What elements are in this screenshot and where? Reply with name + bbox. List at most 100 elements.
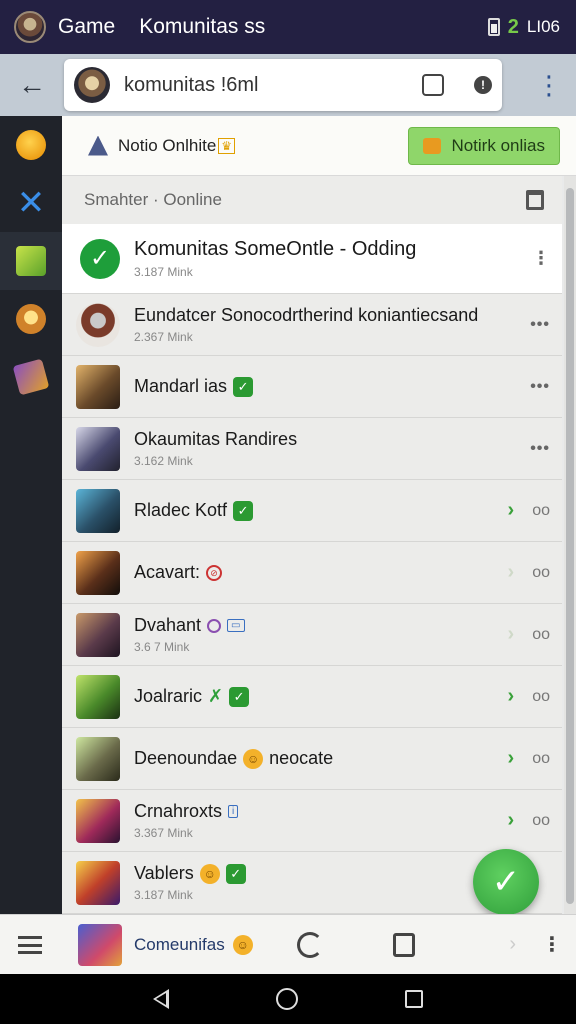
system-nav-bar bbox=[0, 974, 576, 1024]
search-field[interactable]: komunitas !6ml ! bbox=[64, 59, 502, 111]
verified-icon: ✓ bbox=[225, 863, 246, 884]
more-options-icon[interactable]: ••• bbox=[530, 440, 550, 458]
chevron-right-icon[interactable]: › bbox=[508, 561, 515, 584]
item-title: Acavart: bbox=[134, 562, 201, 582]
community-avatar bbox=[76, 612, 120, 657]
chevron-right-icon[interactable]: › bbox=[509, 933, 516, 956]
tab-switch-icon[interactable] bbox=[422, 74, 444, 96]
share-icon[interactable] bbox=[392, 932, 415, 957]
user-icon bbox=[88, 135, 108, 156]
item-subtitle: 2.367 Mink bbox=[134, 330, 193, 344]
check-icon: ✓ bbox=[491, 863, 521, 901]
status-dot-icon bbox=[207, 618, 222, 633]
medal-icon bbox=[16, 304, 46, 334]
status-indicators: 2 LI06 bbox=[487, 15, 560, 39]
signal-icon: 2 bbox=[507, 15, 519, 38]
list-item[interactable]: Crnahroxts i 3.367 Mink › oo bbox=[62, 790, 562, 852]
item-subtitle: 3.367 Mink bbox=[134, 826, 193, 840]
item-title: Deenoundae bbox=[134, 748, 238, 768]
chevron-right-icon[interactable]: › bbox=[508, 685, 515, 708]
filter-row: Smahter · Oonline bbox=[62, 176, 562, 224]
list-item[interactable]: Dvahant ▭ 3.6 7 Mink › oo bbox=[62, 604, 562, 666]
item-title: Vablers bbox=[134, 863, 194, 883]
current-community-avatar[interactable] bbox=[78, 923, 122, 966]
online-label: Notio Onlhite bbox=[118, 135, 217, 155]
bottom-title[interactable]: Comeunifas ☺ bbox=[134, 934, 253, 955]
item-title: Komunitas SomeOntle - Odding bbox=[134, 238, 417, 260]
app-logo bbox=[14, 11, 46, 43]
item-subtitle: 3.187 Mink bbox=[134, 265, 193, 279]
more-options-icon[interactable]: oo bbox=[532, 688, 550, 706]
list-item[interactable]: Acavart: ⊘ › oo bbox=[62, 542, 562, 604]
nav-recents-icon[interactable] bbox=[404, 990, 423, 1008]
more-options-icon[interactable]: oo bbox=[532, 812, 550, 830]
arrow-left-icon: ← bbox=[18, 69, 46, 100]
menu-icon[interactable] bbox=[18, 935, 42, 954]
trash-icon[interactable] bbox=[526, 190, 544, 210]
alert-icon: ⊘ bbox=[206, 564, 223, 581]
list-item[interactable]: ✓ Komunitas SomeOntle - Odding 3.187 Min… bbox=[62, 224, 562, 294]
search-input[interactable]: komunitas !6ml bbox=[124, 74, 422, 97]
more-options-icon[interactable]: oo bbox=[532, 750, 550, 768]
emoji-icon bbox=[16, 130, 46, 160]
more-options-icon[interactable]: ••• bbox=[530, 316, 550, 334]
item-subtitle: 3.6 7 Mink bbox=[134, 640, 190, 654]
item-title: Eundatcer Sonocodrtherind koniantiecsand bbox=[134, 305, 479, 325]
status-right-text: LI06 bbox=[526, 17, 560, 36]
filter-label: Smahter · Oonline bbox=[84, 190, 222, 209]
chest-icon bbox=[423, 137, 442, 154]
more-menu-button[interactable]: ⋮ bbox=[536, 68, 562, 102]
online-bar: Notio Onlhite ♛ Notirk onlias bbox=[62, 116, 576, 176]
scrollbar-thumb[interactable] bbox=[566, 188, 574, 904]
item-title: Joalraric bbox=[134, 686, 203, 706]
item-title: Okaumitas Randires bbox=[134, 429, 298, 449]
app-header: ← komunitas !6ml ! ⋮ bbox=[0, 54, 576, 116]
item-tag: neocate bbox=[269, 748, 334, 768]
item-title: Mandarl ias bbox=[134, 376, 228, 396]
community-list: Smahter · Oonline ✓ Komunitas SomeOntle … bbox=[62, 176, 562, 914]
scrollbar[interactable] bbox=[564, 176, 576, 914]
list-item[interactable]: Mandarl ias ✓ ••• bbox=[62, 356, 562, 418]
sidebar-item-badge[interactable] bbox=[0, 290, 62, 348]
list-item[interactable]: Deenoundae ☺ neocate › oo bbox=[62, 728, 562, 790]
community-avatar bbox=[76, 736, 120, 781]
chevron-right-icon[interactable]: › bbox=[508, 499, 515, 522]
nav-home-icon[interactable] bbox=[275, 988, 298, 1010]
more-options-icon[interactable]: oo bbox=[532, 564, 550, 582]
sidebar-item-gift[interactable] bbox=[0, 348, 62, 406]
community-avatar bbox=[76, 550, 120, 595]
info-icon[interactable]: ! bbox=[474, 76, 492, 94]
verified-icon: ✓ bbox=[233, 376, 254, 397]
vertical-dots-icon[interactable]: ⋮ bbox=[542, 932, 562, 957]
community-avatar bbox=[76, 302, 120, 347]
back-button[interactable]: ← bbox=[0, 54, 64, 116]
item-title: Dvahant bbox=[134, 615, 202, 635]
emoji-icon: ☺ bbox=[243, 748, 264, 769]
list-item[interactable]: Okaumitas Randires 3.162 Mink ••• bbox=[62, 418, 562, 480]
notify-online-button[interactable]: Notirk onlias bbox=[408, 126, 560, 165]
avatar[interactable] bbox=[74, 67, 110, 103]
sidebar-item-close[interactable]: ✕ bbox=[0, 174, 62, 232]
sidebar-item-emoji[interactable] bbox=[0, 116, 62, 174]
chevron-right-icon[interactable]: › bbox=[508, 747, 515, 770]
sidebar: ✕ bbox=[0, 116, 62, 914]
list-item[interactable]: Eundatcer Sonocodrtherind koniantiecsand… bbox=[62, 294, 562, 356]
more-options-icon[interactable]: ••• bbox=[530, 378, 550, 396]
confirm-fab-button[interactable]: ✓ bbox=[473, 849, 539, 915]
community-avatar bbox=[76, 488, 120, 533]
chevron-right-icon[interactable]: › bbox=[508, 623, 515, 646]
refresh-icon[interactable] bbox=[296, 931, 323, 958]
more-options-icon[interactable]: oo bbox=[532, 502, 550, 520]
notify-online-label: Notirk onlias bbox=[451, 135, 545, 155]
more-options-icon[interactable]: ⋮ bbox=[532, 248, 550, 269]
chevron-right-icon[interactable]: › bbox=[508, 809, 515, 832]
more-options-icon[interactable]: oo bbox=[532, 626, 550, 644]
list-item[interactable]: Joalraric ✗ ✓ › oo bbox=[62, 666, 562, 728]
verified-icon: ✓ bbox=[229, 686, 250, 707]
nav-back-icon[interactable] bbox=[153, 989, 170, 1009]
sidebar-item-game[interactable] bbox=[0, 232, 62, 290]
vertical-dots-icon: ⋮ bbox=[536, 70, 562, 100]
list-item[interactable]: Rladeс Kotf ✓ › oo bbox=[62, 480, 562, 542]
bottom-toolbar: Comeunifas ☺ › ⋮ bbox=[0, 914, 576, 974]
gift-icon bbox=[12, 358, 50, 396]
